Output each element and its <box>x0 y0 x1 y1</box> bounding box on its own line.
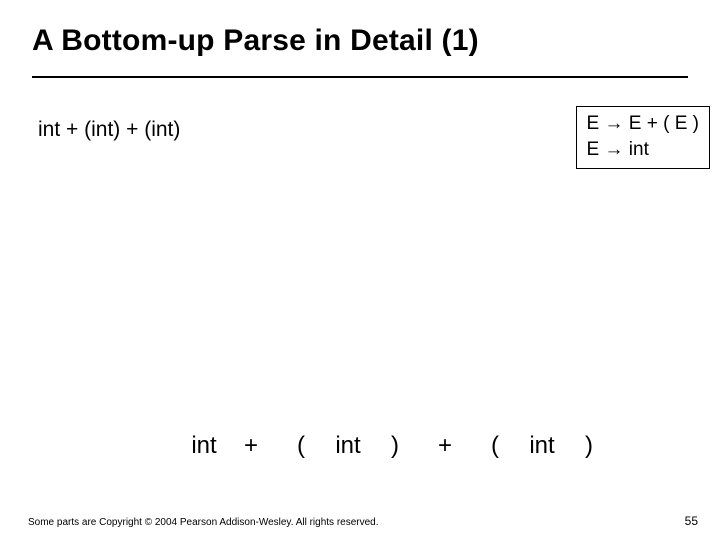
token: ) <box>564 432 614 460</box>
grammar-rule-2: E → int <box>587 137 699 163</box>
grammar-rule-1: E → E + ( E ) <box>587 111 699 137</box>
grammar-box: E → E + ( E ) E → int <box>576 106 710 169</box>
rule2-lhs: E <box>587 139 600 160</box>
page-number: 55 <box>685 514 698 528</box>
token: ( <box>276 432 326 460</box>
arrow-icon: → <box>605 139 624 160</box>
arrow-icon: → <box>605 113 624 134</box>
token: + <box>420 432 470 460</box>
token: int <box>520 432 564 460</box>
token: ( <box>470 432 520 460</box>
token: int <box>326 432 370 460</box>
rule1-lhs: E <box>587 113 600 134</box>
rule1-rhs: E + ( E ) <box>629 113 699 134</box>
token: + <box>226 432 276 460</box>
title-underline <box>32 76 688 78</box>
rule2-rhs: int <box>629 139 649 160</box>
input-string: int + (int) + (int) <box>38 118 180 142</box>
token: ) <box>370 432 420 460</box>
token: int <box>182 432 226 460</box>
token-row: int + ( int ) + ( int ) <box>0 432 720 460</box>
slide: A Bottom-up Parse in Detail (1) int + (i… <box>0 0 720 540</box>
footer-copyright: Some parts are Copyright © 2004 Pearson … <box>28 517 379 528</box>
page-title: A Bottom-up Parse in Detail (1) <box>32 24 688 58</box>
